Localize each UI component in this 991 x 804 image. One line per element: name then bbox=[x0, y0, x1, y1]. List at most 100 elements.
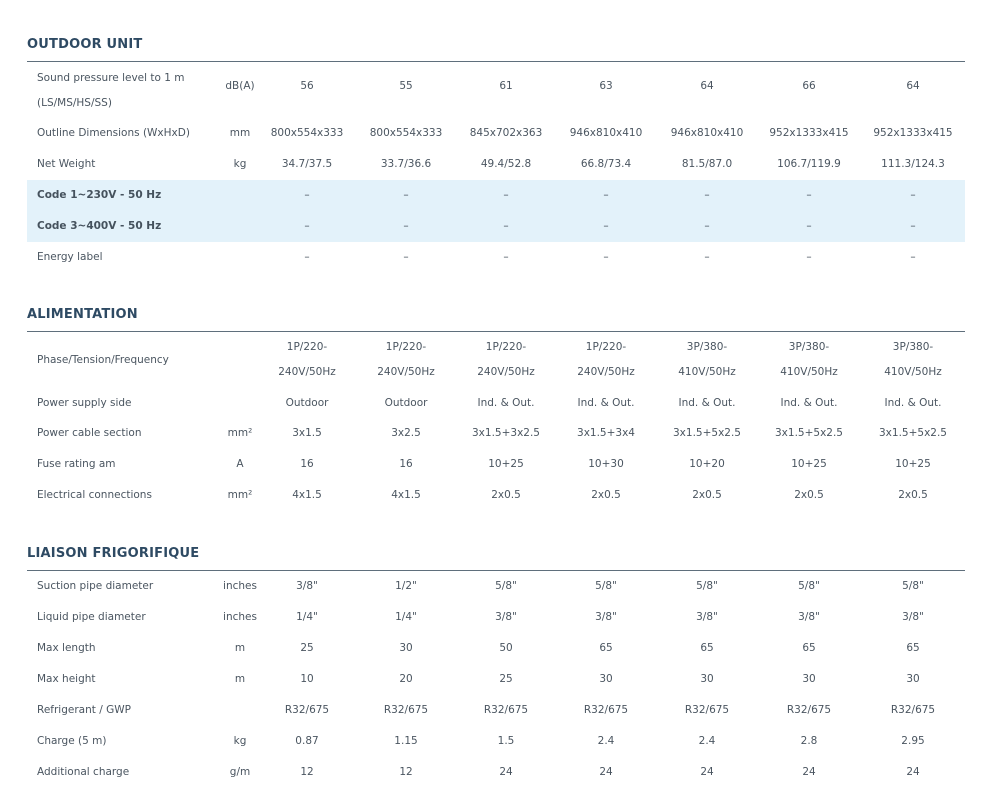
table-cell: 30 bbox=[906, 673, 920, 685]
table-cell: 3/8" bbox=[902, 611, 924, 623]
section-divider bbox=[27, 61, 965, 62]
row-unit: g/m bbox=[229, 766, 251, 778]
row-label: Code 1~230V - 50 Hz bbox=[37, 189, 162, 201]
table-cell: 5/8" bbox=[495, 580, 517, 592]
table-cell: – bbox=[806, 189, 812, 201]
row-unit bbox=[220, 211, 260, 242]
row-label: Suction pipe diameter bbox=[37, 580, 154, 592]
table-cell: 3P/380-410V/50Hz bbox=[884, 341, 942, 378]
table-cell: 2x0.5 bbox=[591, 489, 621, 501]
table-row: Outline Dimensions (WxHxD) mm 800x554x333 8… bbox=[27, 118, 965, 149]
row-label: Net Weight bbox=[37, 158, 96, 170]
table-cell: 3x1.5+5x2.5 bbox=[879, 427, 947, 439]
table-row: Power supply side Outdoor Outdoor Ind. & Ou… bbox=[27, 388, 965, 418]
table-cell: 64 bbox=[906, 80, 920, 92]
table-cell: 2x0.5 bbox=[491, 489, 521, 501]
table-cell: 63 bbox=[599, 80, 613, 92]
table-cell: 16 bbox=[399, 458, 413, 470]
table-cell: Ind. & Out. bbox=[678, 396, 736, 409]
table-cell: 10+25 bbox=[488, 458, 524, 470]
table-cell: 2x0.5 bbox=[794, 489, 824, 501]
table-cell: – bbox=[704, 251, 710, 263]
table-cell: R32/675 bbox=[284, 704, 330, 716]
table-cell: – bbox=[910, 189, 916, 201]
row-label: Energy label bbox=[37, 251, 103, 263]
table-cell: R32/675 bbox=[786, 704, 832, 716]
table-row: Max length m 25 30 50 65 65 65 65 bbox=[27, 633, 965, 664]
row-label: Refrigerant / GWP bbox=[37, 704, 131, 716]
table-cell: – bbox=[503, 220, 509, 232]
table-cell: 65 bbox=[802, 642, 816, 654]
table-cell: Ind. & Out. bbox=[577, 396, 635, 409]
table-cell: 30 bbox=[700, 673, 714, 685]
table-cell: 946x810x410 bbox=[569, 127, 643, 139]
table-cell: 65 bbox=[906, 642, 920, 654]
table-cell: R32/675 bbox=[890, 704, 936, 716]
table-cell: – bbox=[806, 220, 812, 232]
table-cell: R32/675 bbox=[483, 704, 529, 716]
table-cell: Outdoor bbox=[384, 396, 428, 409]
row-label: Power supply side bbox=[37, 396, 132, 409]
table-cell: 65 bbox=[599, 642, 613, 654]
table-cell: 50 bbox=[499, 642, 513, 654]
table-cell: 56 bbox=[300, 80, 314, 92]
table-cell: 952x1333x415 bbox=[873, 127, 953, 139]
table-cell: 10+20 bbox=[689, 458, 725, 470]
table-cell: R32/675 bbox=[583, 704, 629, 716]
table-cell: 946x810x410 bbox=[670, 127, 744, 139]
table-cell: – bbox=[704, 189, 710, 201]
table-cell: 1/4" bbox=[395, 611, 417, 623]
table-cell: 2.4 bbox=[597, 735, 615, 747]
table-cell: 66.8/73.4 bbox=[580, 158, 632, 170]
table-cell: 65 bbox=[700, 642, 714, 654]
table-cell: 800x554x333 bbox=[270, 127, 344, 139]
table-cell: – bbox=[403, 189, 409, 201]
table-cell: 1P/220-240V/50Hz bbox=[477, 341, 535, 378]
table-cell: 1/4" bbox=[296, 611, 318, 623]
table-cell: 25 bbox=[499, 673, 513, 685]
table-cell: 1P/220-240V/50Hz bbox=[278, 341, 336, 378]
row-unit: mm² bbox=[227, 427, 253, 439]
table-cell: – bbox=[503, 189, 509, 201]
table-cell: 3x1.5 bbox=[292, 427, 322, 439]
row-unit: kg bbox=[233, 158, 247, 170]
table-cell: 5/8" bbox=[902, 580, 924, 592]
table-cell: 24 bbox=[906, 766, 920, 778]
table-cell: – bbox=[403, 251, 409, 263]
table-row: Code 1~230V - 50 Hz – – – – – – – bbox=[27, 180, 965, 211]
table-cell: 64 bbox=[700, 80, 714, 92]
table-cell: – bbox=[304, 189, 310, 201]
row-unit bbox=[220, 334, 260, 386]
table-cell: 24 bbox=[499, 766, 513, 778]
table-cell: – bbox=[603, 220, 609, 232]
row-unit: inches bbox=[223, 580, 257, 592]
table-row: Fuse rating am A 16 16 10+25 10+30 10+20 10+25 1… bbox=[27, 449, 965, 480]
table-cell: 3x1.5+3x2.5 bbox=[472, 427, 540, 439]
table-cell: 1/2" bbox=[395, 580, 417, 592]
table-cell: 3/8" bbox=[595, 611, 617, 623]
table-cell: – bbox=[603, 189, 609, 201]
table-cell: 24 bbox=[599, 766, 613, 778]
table-row: Net Weight kg 34.7/37.5 33.7/36.6 49.4/52.8 6… bbox=[27, 149, 965, 180]
table-cell: R32/675 bbox=[684, 704, 730, 716]
row-unit bbox=[220, 695, 260, 726]
table-cell: 10+25 bbox=[791, 458, 827, 470]
table-cell: – bbox=[910, 220, 916, 232]
table-cell: 2.95 bbox=[901, 735, 925, 747]
table-cell: – bbox=[503, 251, 509, 263]
table-row: Liquid pipe diameter inches 1/4" 1/4" 3/8" 3/… bbox=[27, 602, 965, 633]
row-label: Electrical connections bbox=[37, 489, 152, 501]
table-cell: 2x0.5 bbox=[898, 489, 928, 501]
table-cell: 25 bbox=[300, 642, 314, 654]
table-row: Refrigerant / GWP R32/675 R32/675 R32/675 R3… bbox=[27, 695, 965, 726]
row-label: Max height bbox=[37, 673, 96, 685]
table-cell: 20 bbox=[399, 673, 413, 685]
row-unit: kg bbox=[233, 735, 247, 747]
table-cell: 3/8" bbox=[495, 611, 517, 623]
row-unit: dB(A) bbox=[225, 80, 255, 92]
table-row: Charge (5 m) kg 0.87 1.15 1.5 2.4 2.4 2.8 2.95 bbox=[27, 726, 965, 757]
table-cell: 2x0.5 bbox=[692, 489, 722, 501]
row-unit bbox=[220, 388, 260, 418]
table-cell: 1.5 bbox=[497, 735, 515, 747]
table-cell: 34.7/37.5 bbox=[281, 158, 333, 170]
